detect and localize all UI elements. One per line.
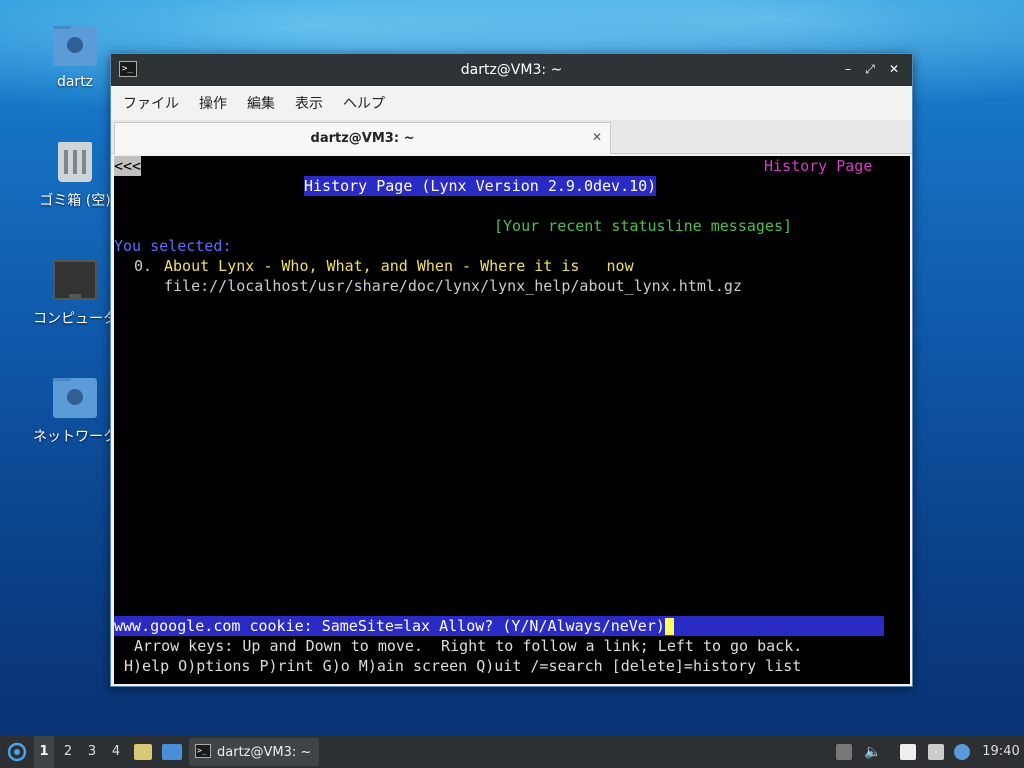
network-icon[interactable] [928,744,944,760]
computer-icon [53,260,97,300]
window-titlebar[interactable]: >_ dartz@VM3: ~ – ⤢ ✕ [111,54,912,86]
lynx-you-selected: You selected: [114,237,232,255]
minimize-button[interactable]: – [840,61,856,77]
tray-expand-icon[interactable] [836,744,852,760]
menu-file[interactable]: ファイル [123,93,179,113]
network-folder-icon [53,378,97,418]
tab-label: dartz@VM3: ~ [310,131,415,146]
file-manager-icon [134,744,152,760]
terminal-screen[interactable]: <<< History Page History Page (Lynx Vers… [114,156,910,684]
workspace-3[interactable]: 3 [82,736,102,768]
menu-edit[interactable]: 編集 [247,93,275,113]
menu-action[interactable]: 操作 [199,93,227,113]
menu-bar: ファイル 操作 編集 表示 ヘルプ [111,86,912,120]
file-manager-launcher[interactable] [134,736,154,768]
text-cursor [664,618,674,635]
menu-help[interactable]: ヘルプ [343,93,385,113]
menu-view[interactable]: 表示 [295,93,323,113]
trash-icon [58,142,92,182]
lynx-item-number: 0. [134,257,153,275]
lynx-history-link[interactable]: About Lynx - Who, What, and When - Where… [164,256,634,276]
start-menu-button[interactable] [4,736,30,768]
cookie-prompt-text: www.google.com cookie: SameSite=lax Allo… [114,617,665,635]
volume-icon[interactable]: 🔈 [864,744,881,760]
window-title: dartz@VM3: ~ [460,62,563,78]
lynx-statusline-link[interactable]: [Your recent statusline messages] [494,216,792,236]
lynx-back-link[interactable]: <<< [114,156,142,176]
lynx-help-line-2: H)elp O)ptions P)rint G)o M)ain screen Q… [124,657,802,675]
clock[interactable]: 19:40 [978,736,1024,768]
lynx-item-url: file://localhost/usr/share/doc/lynx/lynx… [164,277,742,295]
cookie-prompt[interactable]: www.google.com cookie: SameSite=lax Allo… [114,616,884,636]
tab-terminal[interactable]: dartz@VM3: ~ ✕ [114,122,611,154]
workspace-2[interactable]: 2 [58,736,78,768]
close-button[interactable]: ✕ [886,61,902,77]
lynx-page-label: History Page [764,157,873,175]
clipboard-icon[interactable] [900,744,916,760]
workspace-4[interactable]: 4 [106,736,126,768]
tab-close-icon[interactable]: ✕ [592,130,602,144]
show-desktop-button[interactable] [162,736,184,768]
lxqt-logo-icon [7,742,27,762]
terminal-window: >_ dartz@VM3: ~ – ⤢ ✕ ファイル 操作 編集 表示 ヘルプ … [110,53,913,687]
update-notifier-icon[interactable] [954,744,970,760]
workspace-1[interactable]: 1 [34,736,54,768]
home-folder-icon [53,26,97,66]
lynx-page-heading: History Page (Lynx Version 2.9.0dev.10) [304,176,657,196]
taskbar-task-label: dartz@VM3: ~ [217,745,312,760]
taskbar: 1 2 3 4 >_ dartz@VM3: ~ 🔈 19:40 [0,736,1024,768]
terminal-task-icon: >_ [195,744,211,758]
lynx-help-line-1: Arrow keys: Up and Down to move. Right t… [134,637,803,655]
desktop-icon [162,744,182,760]
tab-bar: dartz@VM3: ~ ✕ [111,120,912,154]
taskbar-task-terminal[interactable]: >_ dartz@VM3: ~ [189,738,319,766]
maximize-button[interactable]: ⤢ [862,61,878,77]
